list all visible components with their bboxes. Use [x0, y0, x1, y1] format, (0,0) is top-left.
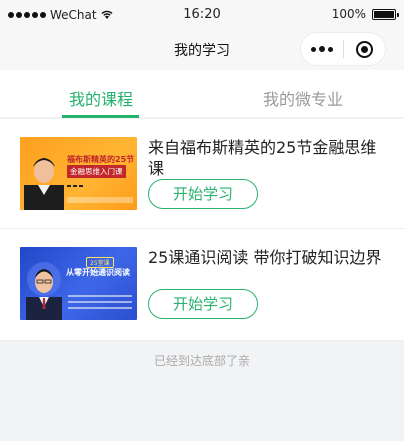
start-learning-button[interactable]: 开始学习 [148, 179, 258, 209]
mini-program-capsule [300, 32, 386, 66]
instructor-photo [24, 158, 64, 210]
nav-bar: 我的学习 [0, 30, 404, 70]
tab-my-micro-major[interactable]: 我的微专业 [202, 70, 404, 117]
active-tab-indicator [62, 115, 139, 118]
thumb-heading: 福布斯精英的25节 [67, 155, 135, 164]
thumb-text-lines [68, 295, 132, 313]
course-title[interactable]: 来自福布斯精英的25节金融思维课 [148, 137, 392, 179]
tab-bar: 我的课程 我的微专业 [0, 70, 404, 118]
course-thumbnail[interactable]: 25堂课 从零开始通识阅读 [20, 247, 137, 320]
thumb-heading: 从零开始通识阅读 [66, 268, 130, 277]
close-ring-icon[interactable] [343, 33, 385, 65]
more-dots-icon[interactable] [301, 33, 343, 65]
thumb-footer-bar [67, 197, 133, 203]
course-item[interactable]: 福布斯精英的25节 金融思维入门课 来自福布斯精英的25节金融思维课 开始学习 [0, 119, 404, 229]
course-title[interactable]: 25课通识阅读 带你打破知识边界 [148, 247, 392, 268]
instructor-photo [26, 262, 62, 320]
course-item[interactable]: 25堂课 从零开始通识阅读 25课通识阅读 带你打破知识边界 开始学习 [0, 229, 404, 341]
tab-label: 我的微专业 [262, 90, 343, 109]
course-list: 福布斯精英的25节 金融思维入门课 来自福布斯精英的25节金融思维课 开始学习 … [0, 119, 404, 341]
end-of-list-note: 已经到达底部了亲 [153, 354, 250, 368]
battery-percent: 100% [331, 7, 366, 21]
course-thumbnail[interactable]: 福布斯精英的25节 金融思维入门课 [20, 137, 137, 210]
tab-label: 我的课程 [68, 90, 133, 109]
start-learning-button[interactable]: 开始学习 [148, 289, 258, 319]
thumb-tags [67, 185, 83, 187]
status-right: 100% [331, 7, 399, 21]
thumb-subheading: 金融思维入门课 [67, 165, 126, 178]
battery-icon [372, 8, 399, 20]
tab-my-courses[interactable]: 我的课程 [0, 70, 202, 118]
status-bar: WeChat 16:20 100% [0, 0, 404, 30]
